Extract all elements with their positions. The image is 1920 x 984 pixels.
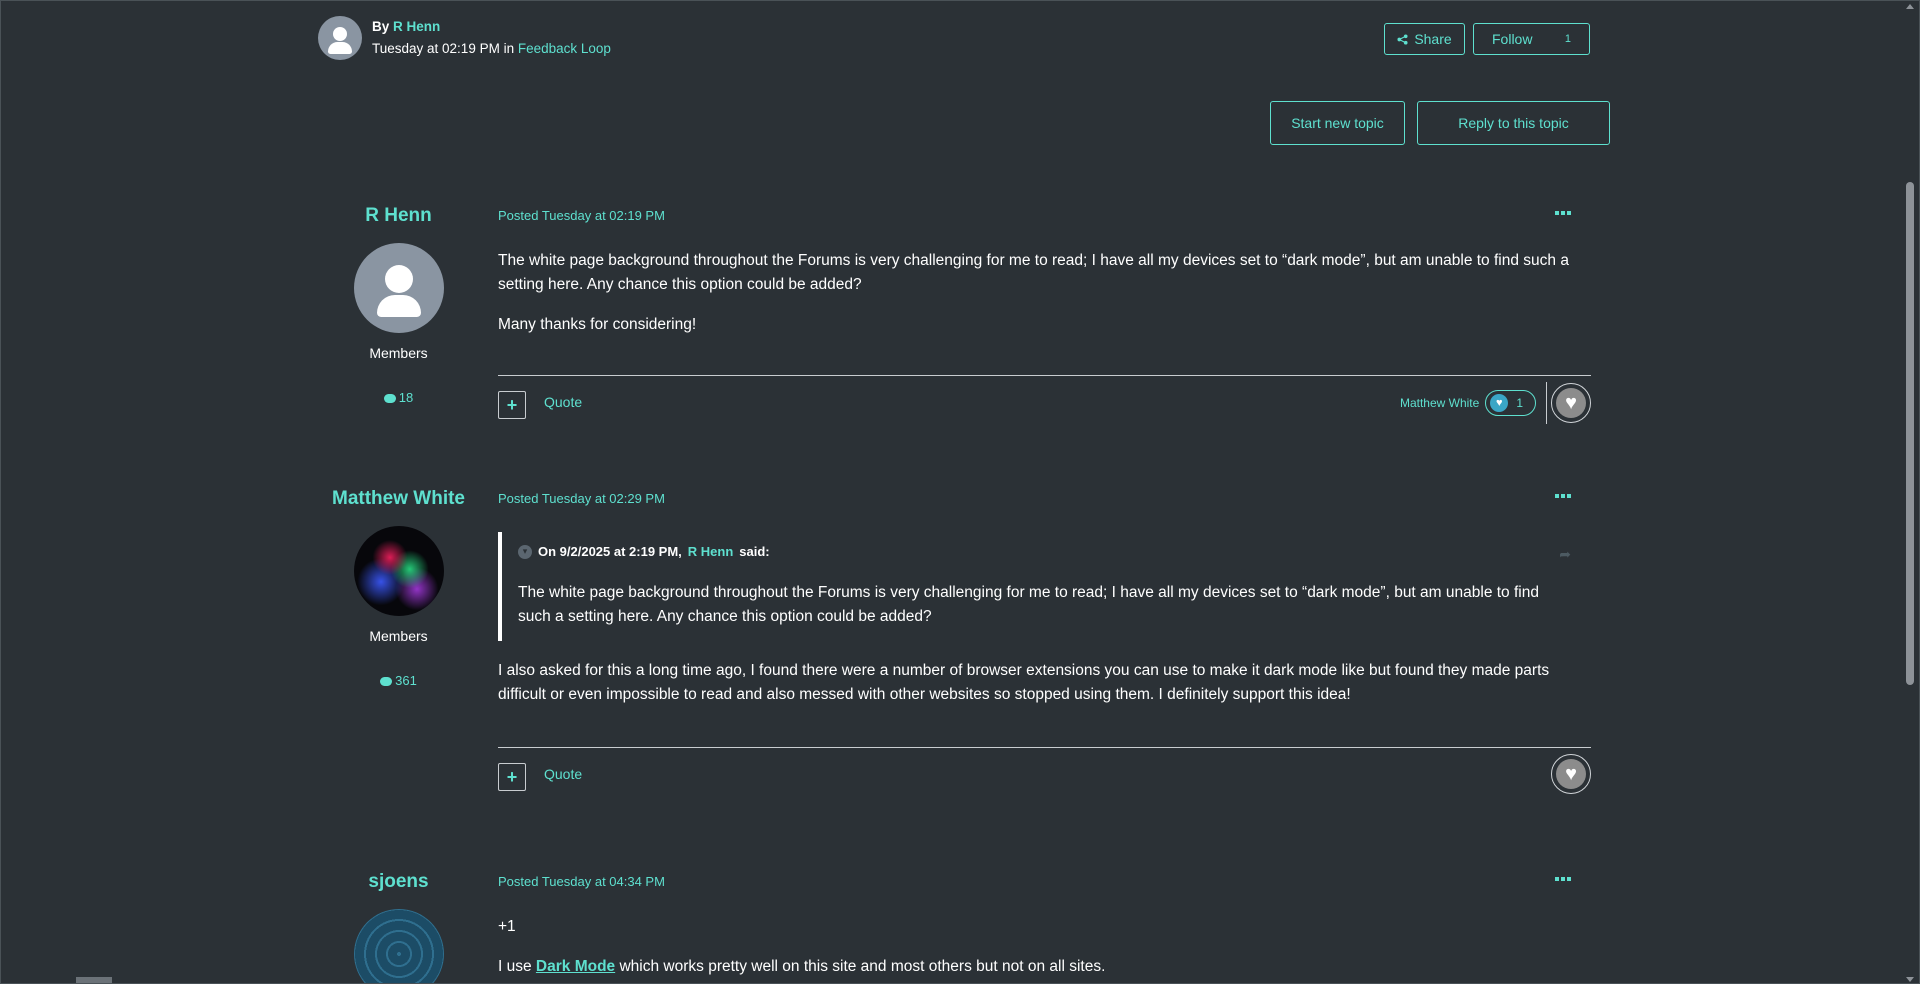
quote-on-label: On 9/2/2025 at 2:19 PM, (538, 544, 682, 559)
reply-to-topic-button[interactable]: Reply to this topic (1417, 101, 1610, 145)
post-content-column: Posted Tuesday at 02:29 PM ▾ On 9/2/2025… (498, 488, 1591, 798)
follow-button[interactable]: Follow 1 (1473, 23, 1590, 55)
quoted-author-link[interactable]: R Henn (688, 544, 734, 559)
reaction-count-pill[interactable]: ♥ 1 (1485, 390, 1536, 416)
person-icon-body (328, 42, 352, 54)
heart-icon: ♥ (1556, 388, 1586, 418)
text-segment: I use (498, 958, 532, 975)
person-icon-head (333, 27, 347, 41)
blockquote: ▾ On 9/2/2025 at 2:19 PM, R Henn said: ➦… (498, 532, 1591, 641)
topic-date: Tuesday at 02:19 PM (372, 41, 500, 56)
forum-topic-page: By R Henn Tuesday at 02:19 PM in Feedbac… (0, 0, 1920, 984)
author-group: Members (369, 628, 428, 644)
follow-label: Follow (1492, 31, 1533, 47)
in-label: in (503, 41, 515, 56)
post-author-column: Matthew White Members 361 (321, 488, 476, 688)
follow-count: 1 (1564, 33, 1571, 45)
share-label: Share (1414, 31, 1452, 47)
post-author-column: sjoens (321, 871, 476, 983)
post-count-value: 361 (395, 673, 417, 688)
author-avatar[interactable] (353, 526, 444, 616)
comment-icon (383, 394, 396, 403)
post-author-column: R Henn Members 18 (321, 205, 476, 405)
post-paragraph: I use Dark Mode which works pretty well … (498, 955, 1591, 979)
post-content-column: Posted Tuesday at 04:34 PM +1 I use Dark… (498, 871, 1591, 983)
share-button[interactable]: Share (1384, 23, 1465, 55)
forum-link[interactable]: Feedback Loop (518, 41, 611, 56)
topic-meta: By R Henn Tuesday at 02:19 PM in Feedbac… (372, 16, 611, 60)
heart-icon: ♥ (1556, 759, 1586, 789)
heart-icon: ♥ (1490, 394, 1509, 412)
post-paragraph: I also asked for this a long time ago, I… (498, 662, 1550, 703)
quote-link[interactable]: Quote (544, 394, 582, 410)
post-controls: + Quote ♥ (498, 748, 1591, 798)
text-segment: which works pretty well on this site and… (619, 958, 1106, 975)
author-avatar[interactable] (353, 243, 444, 333)
share-icon (1397, 33, 1408, 45)
topic-author-avatar[interactable] (318, 16, 362, 60)
reaction-separator (1546, 382, 1547, 424)
author-post-count[interactable]: 361 (321, 673, 476, 688)
reactions: ♥ (1551, 754, 1591, 794)
more-options-icon[interactable] (1555, 494, 1571, 498)
post-content-column: Posted Tuesday at 02:19 PM The white pag… (498, 205, 1591, 426)
reacted-by-name[interactable]: Matthew White (1400, 396, 1479, 410)
post-body: +1 I use Dark Mode which works pretty we… (498, 915, 1591, 979)
author-name[interactable]: R Henn (321, 205, 476, 227)
vertical-scrollbar[interactable] (1904, 1, 1918, 983)
author-group: Members (369, 345, 428, 361)
post-count-value: 18 (398, 390, 414, 405)
post-paragraph: +1 (498, 918, 516, 935)
quote-link[interactable]: Quote (544, 766, 582, 782)
post-paragraph: The white page background throughout the… (498, 252, 1569, 293)
topic-author-link[interactable]: R Henn (393, 19, 440, 34)
start-new-topic-button[interactable]: Start new topic (1270, 101, 1405, 145)
by-label: By (372, 19, 390, 34)
posted-date[interactable]: Posted Tuesday at 02:19 PM (498, 205, 1591, 227)
scroll-up-arrow-icon[interactable] (1906, 4, 1914, 9)
posted-date[interactable]: Posted Tuesday at 04:34 PM (498, 871, 1591, 893)
scrollbar-thumb[interactable] (1906, 182, 1914, 685)
dark-mode-link[interactable]: Dark Mode (536, 958, 615, 975)
author-avatar[interactable] (353, 909, 444, 983)
author-name[interactable]: sjoens (321, 871, 476, 893)
quote-citation: ▾ On 9/2/2025 at 2:19 PM, R Henn said: (518, 544, 1571, 559)
share-arrow-icon[interactable]: ➦ (1559, 546, 1571, 563)
post-body: I also asked for this a long time ago, I… (498, 659, 1591, 707)
react-button[interactable]: ♥ (1551, 754, 1591, 794)
author-name[interactable]: Matthew White (321, 488, 476, 510)
react-button[interactable]: ♥ (1551, 383, 1591, 423)
person-icon-body (376, 295, 421, 317)
chevron-down-icon[interactable]: ▾ (518, 544, 532, 559)
more-options-icon[interactable] (1555, 877, 1571, 881)
quote-text: The white page background throughout the… (518, 584, 1539, 625)
scroll-down-arrow-icon[interactable] (1906, 977, 1914, 982)
author-post-count[interactable]: 18 (321, 390, 476, 405)
more-options-icon[interactable] (1555, 211, 1571, 215)
post-body: The white page background throughout the… (498, 249, 1591, 337)
person-icon-head (384, 265, 413, 293)
posted-date[interactable]: Posted Tuesday at 02:29 PM (498, 488, 1591, 510)
comment-icon (380, 677, 393, 686)
reaction-count: 1 (1516, 396, 1523, 410)
topic-header: By R Henn Tuesday at 02:19 PM in Feedbac… (318, 16, 611, 60)
reactions: Matthew White ♥ 1 ♥ (1400, 382, 1591, 424)
plus-icon[interactable]: + (498, 763, 526, 791)
quote-said-label: said: (739, 544, 770, 559)
post-controls: + Quote Matthew White ♥ 1 ♥ (498, 376, 1591, 426)
post-paragraph: Many thanks for considering! (498, 316, 697, 333)
bottom-edge-tab[interactable] (76, 977, 112, 983)
plus-icon[interactable]: + (498, 391, 526, 419)
